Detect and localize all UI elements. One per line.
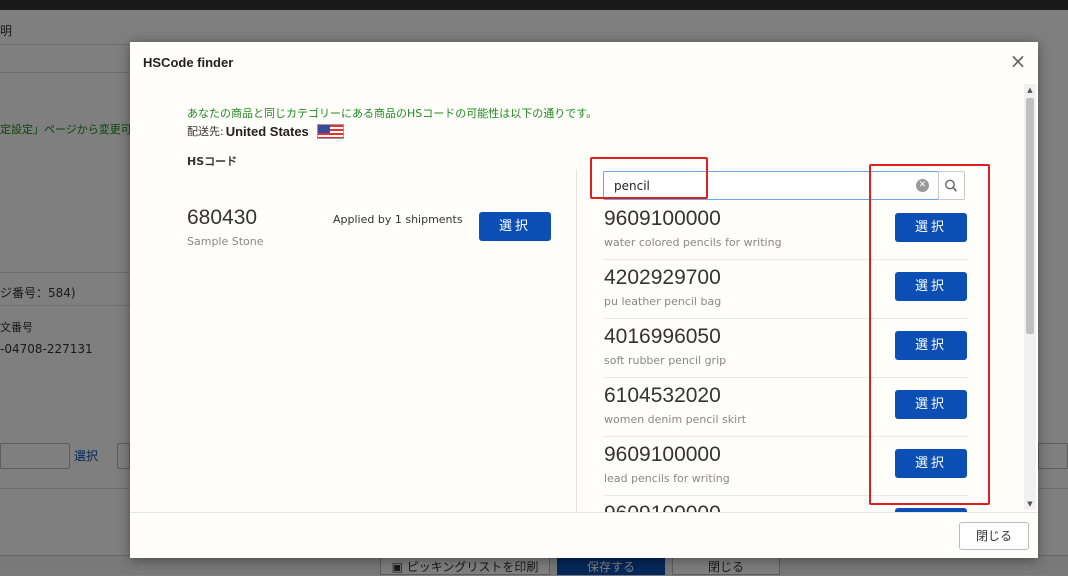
result-description: women denim pencil skirt [604,413,747,426]
result-code: 9609100000 [604,502,721,512]
modal-body: あなたの商品と同じカテゴリーにある商品のHSコードの可能性は以下の通りです。 配… [130,82,1038,512]
result-select-button[interactable]: 選択 [895,449,967,478]
current-select-button[interactable]: 選択 [479,212,551,241]
result-row: 4016996050 soft rubber pencil grip 選択 [604,319,968,378]
result-select-button[interactable]: 選択 [895,213,967,242]
result-code: 4016996050 [604,325,721,348]
scroll-thumb[interactable] [1026,98,1034,334]
hscode-label: HSコード [187,155,238,168]
result-description: soft rubber pencil grip [604,354,727,367]
result-code: 6104532020 [604,384,721,407]
result-code: 9609100000 [604,207,721,230]
result-row: 9609100000 選択 [604,496,968,512]
clear-icon[interactable]: ✕ [916,179,929,192]
scroll-up-icon[interactable]: ▲ [1024,84,1036,96]
destination-label: 配送先: [187,125,224,138]
us-flag-icon [316,123,344,139]
destination-row: 配送先: United States [187,122,344,140]
search-box: ✕ [603,171,939,200]
current-applied-count: Applied by 1 shipments [333,213,463,226]
destination-country: United States [225,123,309,139]
result-select-button[interactable]: 選択 [895,390,967,419]
close-button[interactable]: 閉じる [959,522,1029,550]
modal-title: HSCode finder [143,55,234,70]
hscode-finder-modal: HSCode finder × あなたの商品と同じカテゴリーにある商品のHSコー… [130,42,1038,558]
close-icon[interactable]: × [1007,51,1029,73]
result-row: 6104532020 women denim pencil skirt 選択 [604,378,968,437]
column-divider [576,169,577,512]
result-row: 9609100000 water colored pencils for wri… [604,201,968,260]
result-select-button[interactable]: 選択 [895,272,967,301]
search-button[interactable] [938,171,965,200]
modal-footer: 閉じる [130,512,1038,558]
result-select-button[interactable]: 選択 [895,331,967,360]
result-description: lead pencils for writing [604,472,730,485]
modal-scrollbar[interactable]: ▲ ▼ [1024,84,1036,510]
result-description: water colored pencils for writing [604,236,782,249]
search-icon [945,179,958,192]
result-row: 4202929700 pu leather pencil bag 選択 [604,260,968,319]
result-code: 4202929700 [604,266,721,289]
result-code: 9609100000 [604,443,721,466]
scroll-down-icon[interactable]: ▼ [1024,498,1036,510]
result-row: 9609100000 lead pencils for writing 選択 [604,437,968,496]
current-hscode-description: Sample Stone [187,235,264,248]
current-hscode: 680430 [187,206,258,229]
modal-header: HSCode finder × [130,42,1038,82]
hscode-notice: あなたの商品と同じカテゴリーにある商品のHSコードの可能性は以下の通りです。 [187,107,598,120]
search-input[interactable] [604,172,904,199]
result-description: pu leather pencil bag [604,295,722,308]
